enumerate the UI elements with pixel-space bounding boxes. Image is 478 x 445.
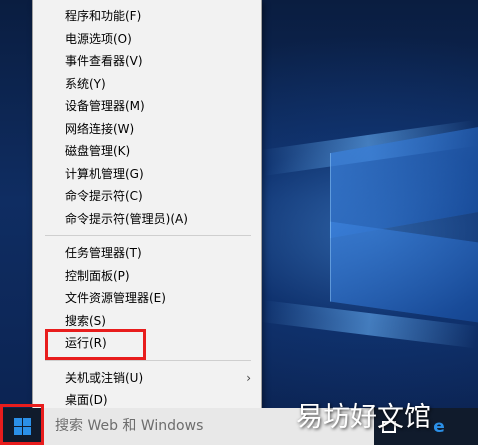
menu-item[interactable]: 关机或注销(U) › [33, 367, 261, 389]
menu-item[interactable]: 程序和功能(F) [33, 5, 261, 27]
menu-item[interactable]: 事件查看器(V) [33, 50, 261, 72]
menu-item-label: 系统(Y) [65, 76, 106, 91]
menu-item[interactable]: 设备管理器(M) [33, 95, 261, 117]
menu-item[interactable]: 网络连接(W) [33, 118, 261, 140]
menu-item-label: 命令提示符(C) [65, 189, 143, 203]
menu-item[interactable]: 控制面板(P) [33, 265, 261, 287]
start-button-highlight-box [0, 404, 44, 445]
menu-item-label: 关机或注销(U) [65, 370, 144, 385]
menu-item[interactable]: 命令提示符(管理员)(A) [33, 208, 261, 230]
chevron-right-icon: › [246, 370, 251, 385]
wallpaper-window-pane [330, 221, 478, 323]
search-placeholder: 搜索 Web 和 Windows [55, 418, 204, 434]
menu-item[interactable]: 磁盘管理(K) [33, 140, 261, 162]
menu-item-label: 搜索(S) [65, 313, 106, 328]
menu-item-label: 控制面板(P) [65, 268, 130, 283]
watermark-text: 易坊好文馆 [296, 402, 431, 433]
menu-item-label: 电源选项(O) [65, 31, 132, 46]
menu-item-label: 文件资源管理器(E) [65, 291, 166, 305]
menu-item-label: 磁盘管理(K) [65, 144, 131, 158]
menu-item-label: 程序和功能(F) [65, 9, 142, 23]
menu-item[interactable]: 命令提示符(C) [33, 185, 261, 207]
menu-item-label: 网络连接(W) [65, 121, 135, 136]
menu-item[interactable]: 电源选项(O) [33, 28, 261, 50]
menu-item-label: 命令提示符(管理员)(A) [65, 211, 188, 226]
menu-item-label: 任务管理器(T) [65, 246, 142, 260]
menu-item[interactable]: 文件资源管理器(E) [33, 287, 261, 309]
menu-item-label: 事件查看器(V) [65, 54, 143, 68]
menu-item[interactable]: 计算机管理(G) [33, 163, 261, 185]
menu-separator [45, 235, 251, 236]
menu-item-label: 桌面(D) [65, 393, 108, 407]
menu-item-label: 计算机管理(G) [65, 166, 144, 181]
menu-item[interactable]: 任务管理器(T) [33, 242, 261, 264]
run-item-highlight-box [45, 329, 146, 360]
menu-item-label: 设备管理器(M) [65, 99, 145, 113]
edge-icon[interactable]: e [430, 418, 448, 436]
menu-item[interactable]: 系统(Y) [33, 73, 261, 95]
